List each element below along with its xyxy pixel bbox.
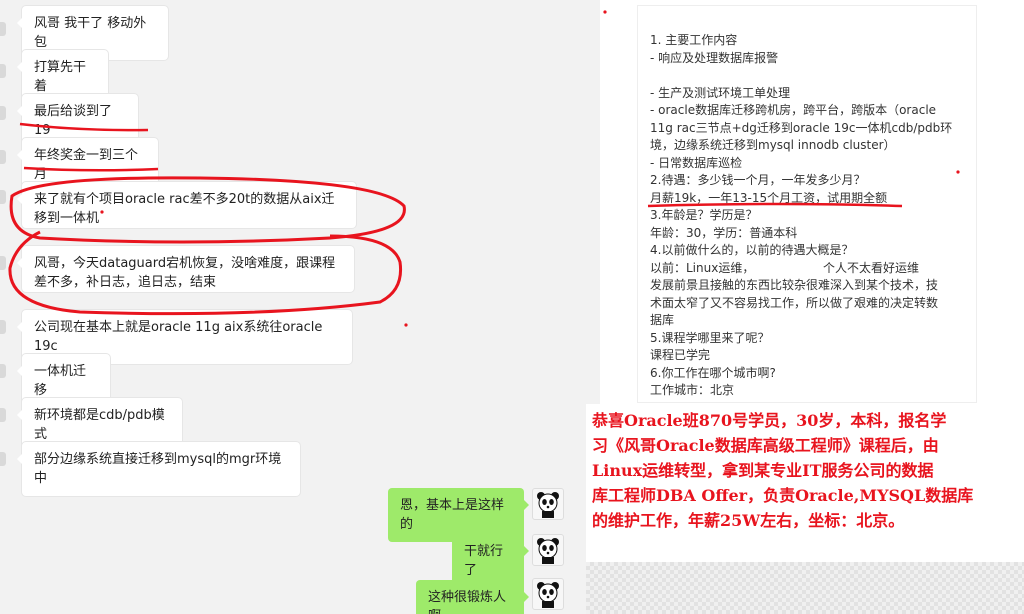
- panda-avatar-icon[interactable]: [532, 578, 564, 610]
- card-line: 1. 主要工作内容: [650, 33, 738, 47]
- chat-message[interactable]: 来了就有个项目oracle rac差不多20t的数据从aix迁移到一体机: [17, 182, 356, 228]
- chat-message[interactable]: 风哥，今天dataguard宕机恢复，没啥难度，跟课程差不多，补日志，追日志，结…: [17, 246, 354, 292]
- card-line: 3.年龄是？学历是？: [650, 208, 758, 222]
- card-line: 月薪19k，一年13-15个月工资，试用期全额: [650, 190, 888, 205]
- announcement-line: 的维护工作，年薪25W左右，坐标：北京。: [592, 511, 905, 530]
- card-line: - 生产及测试环境工单处理: [650, 85, 791, 100]
- chat-panel: 风哥 我干了 移动外包 打算先干着 最后给谈到了 19 年终奖金一到三个月 来了…: [0, 0, 600, 614]
- avatar-edge: [0, 364, 6, 378]
- card-line: 术面太窄了又不容易找工作，所以做了艰难的决定转数: [650, 295, 939, 310]
- avatar-edge: [0, 256, 6, 270]
- announcement-text: 恭喜Oracle班870号学员，30岁，本科，报名学 习《风哥Oracle数据库…: [586, 404, 1024, 564]
- avatar-edge: [0, 190, 6, 204]
- avatar-edge: [0, 22, 6, 36]
- card-line: 5.课程学哪里来了呢？: [650, 330, 770, 345]
- interview-card: 1. 主要工作内容 - 响应及处理数据库报警 - 生产及测试环境工单处理 - o…: [638, 6, 976, 402]
- card-line: 4.以前做什么的，以前的待遇大概是？: [650, 243, 854, 257]
- card-line: [650, 67, 964, 85]
- card-line: 课程已学完: [650, 348, 711, 362]
- announcement-line: 库工程师DBA Offer，负责Oracle,MYSQL数据库: [592, 486, 974, 505]
- panda-avatar-icon[interactable]: [532, 488, 564, 520]
- card-line: - 日常数据库巡检: [650, 155, 743, 170]
- chat-message[interactable]: 部分边缘系统直接迁移到mysql的mgr环境中: [17, 442, 300, 496]
- announcement-line: 习《风哥Oracle数据库高级工程师》课程后，由: [592, 436, 939, 455]
- card-line: 据库: [650, 313, 675, 327]
- card-line: - oracle数据库迁移跨机房，跨平台，跨版本（oracle: [650, 103, 937, 117]
- announcement-line: Linux运维转型，拿到某专业IT服务公司的数据: [592, 461, 934, 480]
- avatar-edge: [0, 452, 6, 466]
- card-line: - 响应及处理数据库报警: [650, 50, 779, 65]
- avatar-edge: [0, 150, 6, 164]
- card-line: 年龄：30，学历：普通本科: [650, 225, 798, 240]
- avatar-edge: [0, 64, 6, 78]
- card-line: 2.待遇：多少钱一个月，一年发多少月？: [650, 173, 866, 187]
- avatar-edge: [0, 408, 6, 422]
- card-line: 境，边缘系统迁移到mysql innodb cluster）: [650, 138, 896, 152]
- avatar-edge: [0, 320, 6, 334]
- panda-avatar-icon[interactable]: [532, 534, 564, 566]
- card-line: 以前：Linux运维， 个人不太看好运维: [650, 260, 919, 275]
- announcement-line: 恭喜Oracle班870号学员，30岁，本科，报名学: [592, 411, 947, 430]
- card-line: 发展前景且接触的东西比较杂很难深入到某个技术，技: [650, 278, 939, 292]
- chat-message-self[interactable]: 这种很锻炼人啊: [416, 580, 529, 614]
- avatar-edge: [0, 106, 6, 120]
- card-line: 工作城市：北京: [650, 383, 735, 397]
- card-line: 6.你工作在哪个城市啊?: [650, 365, 776, 380]
- transparent-pattern: [586, 562, 1024, 614]
- card-line: 11g rac三节点+dg迁移到oracle 19c一体机cdb/pdb环: [650, 120, 953, 135]
